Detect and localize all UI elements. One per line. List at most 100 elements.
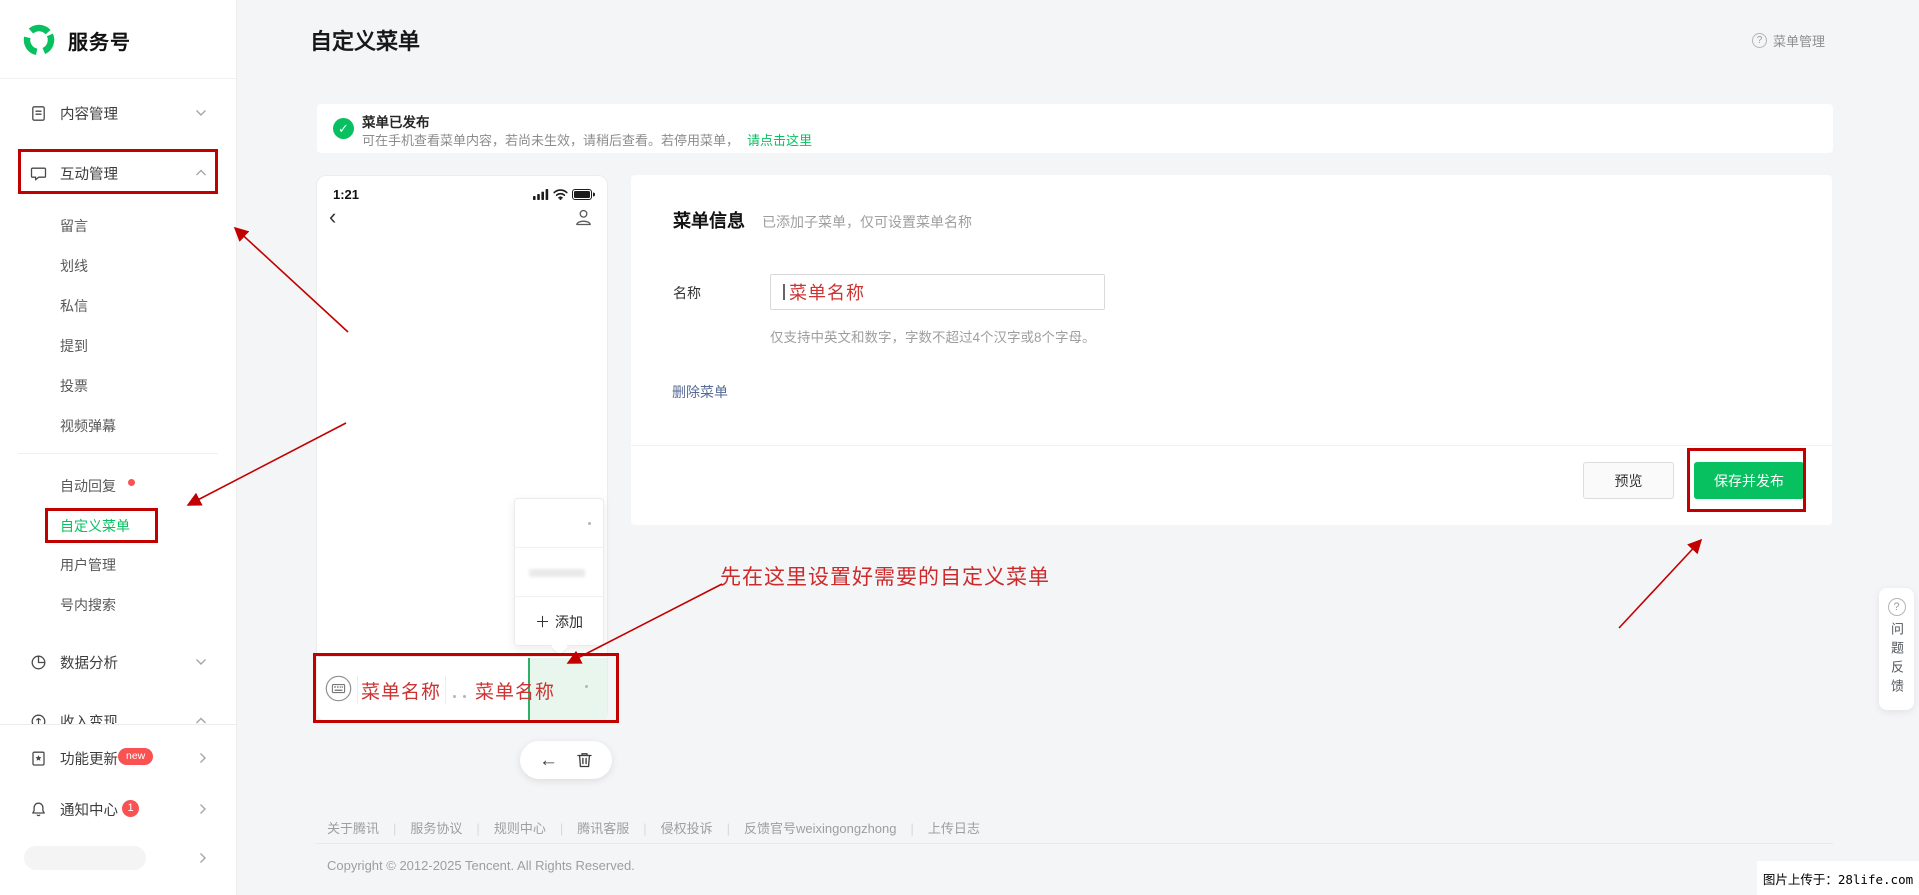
sidebar-item-account[interactable]: [0, 841, 237, 875]
footer-link[interactable]: 服务协议: [410, 821, 462, 836]
footer-link[interactable]: 腾讯客服: [577, 821, 629, 836]
sidebar-item-label: 自动回复: [60, 478, 116, 494]
notification-dot: [128, 479, 135, 486]
person-icon[interactable]: [574, 208, 593, 232]
chat-bubble-icon: [30, 165, 47, 182]
submenu-item[interactable]: [515, 499, 603, 548]
divider: [631, 445, 1832, 446]
sidebar-item-label: 号内搜索: [60, 597, 116, 613]
sidebar-item-label: 留言: [60, 218, 88, 234]
brand: 服务号: [22, 20, 131, 60]
menu-name-input[interactable]: [770, 274, 1105, 310]
sidebar-item-label: 私信: [60, 298, 88, 314]
sidebar-item-interact[interactable]: 互动管理: [0, 156, 237, 190]
sidebar-item-comments[interactable]: 留言: [0, 211, 237, 241]
footer-link[interactable]: 侵权投诉: [661, 821, 713, 836]
sidebar-item-mentions[interactable]: 提到: [0, 331, 237, 361]
sidebar: 服务号 内容管理 互动管理 留言 划线 私信 提到 投票 视频弹幕 自动回复 自…: [0, 0, 237, 895]
sidebar-item-label: 用户管理: [60, 557, 116, 573]
sidebar-item-label: 划线: [60, 258, 88, 274]
menu-item-2[interactable]: 菜单名称: [469, 677, 561, 704]
redacted-mark: [453, 695, 456, 698]
back-arrow-icon[interactable]: ←: [539, 751, 558, 770]
footer-separator: |: [910, 821, 914, 836]
name-field-label: 名称: [673, 285, 701, 301]
document-icon: [30, 105, 47, 122]
sidebar-item-custom-menu[interactable]: 自定义菜单: [0, 511, 237, 541]
pie-chart-icon: [30, 654, 47, 671]
wechat-official-logo-icon: [23, 24, 55, 56]
help-link-label: 菜单管理: [1773, 34, 1826, 49]
sidebar-item-analytics[interactable]: 数据分析: [0, 645, 237, 679]
sidebar-item-content[interactable]: 内容管理: [0, 96, 237, 130]
footer-separator: |: [726, 821, 731, 836]
sidebar-item-label: 通知中心: [60, 802, 118, 819]
sidebar-item-underline[interactable]: 划线: [0, 251, 237, 281]
submenu-item[interactable]: [515, 548, 603, 597]
book-star-icon: [30, 750, 47, 767]
signal-icon: [533, 189, 549, 200]
sidebar-item-feature-update[interactable]: 功能更新 new: [0, 741, 237, 775]
sidebar-item-label: 提到: [60, 338, 88, 354]
sidebar-item-label: 投票: [60, 378, 88, 394]
delete-menu-link[interactable]: 删除菜单: [672, 382, 728, 402]
redacted-mark: [463, 695, 466, 698]
save-publish-button[interactable]: 保存并发布: [1694, 462, 1804, 499]
brand-name: 服务号: [68, 31, 131, 54]
sidebar-item-votes[interactable]: 投票: [0, 371, 237, 401]
battery-icon: [572, 189, 595, 200]
text-cursor: [783, 284, 785, 300]
add-submenu-label: 添加: [555, 613, 583, 630]
sidebar-item-notify-center[interactable]: 通知中心 1: [0, 792, 237, 826]
menu-item-1[interactable]: 菜单名称: [355, 677, 447, 704]
chevron-right-icon: [199, 752, 207, 764]
wechat-official-account-admin: 服务号 内容管理 互动管理 留言 划线 私信 提到 投票 视频弹幕 自动回复 自…: [0, 0, 1919, 895]
divider: [18, 453, 218, 454]
footer-link[interactable]: 关于腾讯: [327, 821, 379, 836]
redacted-text: [529, 569, 585, 577]
page-title: 自定义菜单: [310, 29, 421, 54]
publish-success-banner: ✓ 菜单已发布 可在手机查看菜单内容，若尚未生效，请稍后查看。若停用菜单， 请点击…: [317, 104, 1833, 153]
question-circle-icon: ?: [1887, 598, 1906, 616]
section-title: 菜单信息: [673, 211, 745, 231]
new-badge: new: [118, 748, 154, 765]
sidebar-item-auto-reply[interactable]: 自动回复: [0, 471, 237, 501]
bell-icon: [30, 801, 47, 818]
sidebar-item-user-management[interactable]: 用户管理: [0, 550, 237, 580]
keyboard-icon[interactable]: [325, 675, 352, 707]
copyright: Copyright © 2012-2025 Tencent. All Right…: [327, 858, 635, 873]
menu-management-help-link[interactable]: ? 菜单管理: [1752, 31, 1825, 50]
divider: [316, 843, 1833, 844]
banner-title: 菜单已发布: [362, 115, 430, 130]
footer-link[interactable]: 上传日志: [928, 821, 980, 836]
footer-separator: |: [643, 821, 647, 836]
footer-link[interactable]: 规则中心: [494, 821, 546, 836]
wifi-icon: [553, 189, 568, 200]
phone-menubar: 菜单名称 菜单名称: [317, 656, 607, 721]
redacted-mark: [588, 522, 591, 525]
sidebar-item-label: 内容管理: [60, 106, 118, 123]
chevron-down-icon: [195, 658, 207, 666]
sidebar-item-label: 互动管理: [60, 166, 118, 183]
sidebar-item-video-danmu[interactable]: 视频弹幕: [0, 411, 237, 441]
question-circle-icon: ?: [1752, 33, 1767, 48]
sidebar-item-label: 视频弹幕: [60, 418, 116, 434]
chevron-right-icon: [199, 852, 207, 864]
trash-icon[interactable]: [576, 751, 593, 769]
disable-menu-link[interactable]: 请点击这里: [747, 133, 812, 148]
feedback-widget[interactable]: ? 问题反馈: [1879, 588, 1914, 710]
footer-link[interactable]: 反馈官号weixingongzhong: [744, 821, 896, 836]
sidebar-item-account-search[interactable]: 号内搜索: [0, 590, 237, 620]
section-hint: 已添加子菜单，仅可设置菜单名称: [762, 214, 972, 230]
preview-button[interactable]: 预览: [1583, 462, 1674, 499]
divider: [0, 78, 237, 79]
sidebar-item-private-message[interactable]: 私信: [0, 291, 237, 321]
statusbar-icons: [533, 189, 595, 200]
banner-body-text: 可在手机查看菜单内容，若尚未生效，请稍后查看。若停用菜单，: [362, 133, 740, 148]
plus-icon: ＋: [534, 614, 550, 631]
arrow-to-save-button: [1618, 538, 1703, 629]
submenu-popup: ＋ 添加: [514, 498, 604, 646]
banner-body: 可在手机查看菜单内容，若尚未生效，请稍后查看。若停用菜单， 请点击这里: [362, 130, 812, 149]
back-chevron-icon[interactable]: ‹: [329, 206, 336, 228]
annotation-tip-text: 先在这里设置好需要的自定义菜单: [720, 565, 1050, 589]
